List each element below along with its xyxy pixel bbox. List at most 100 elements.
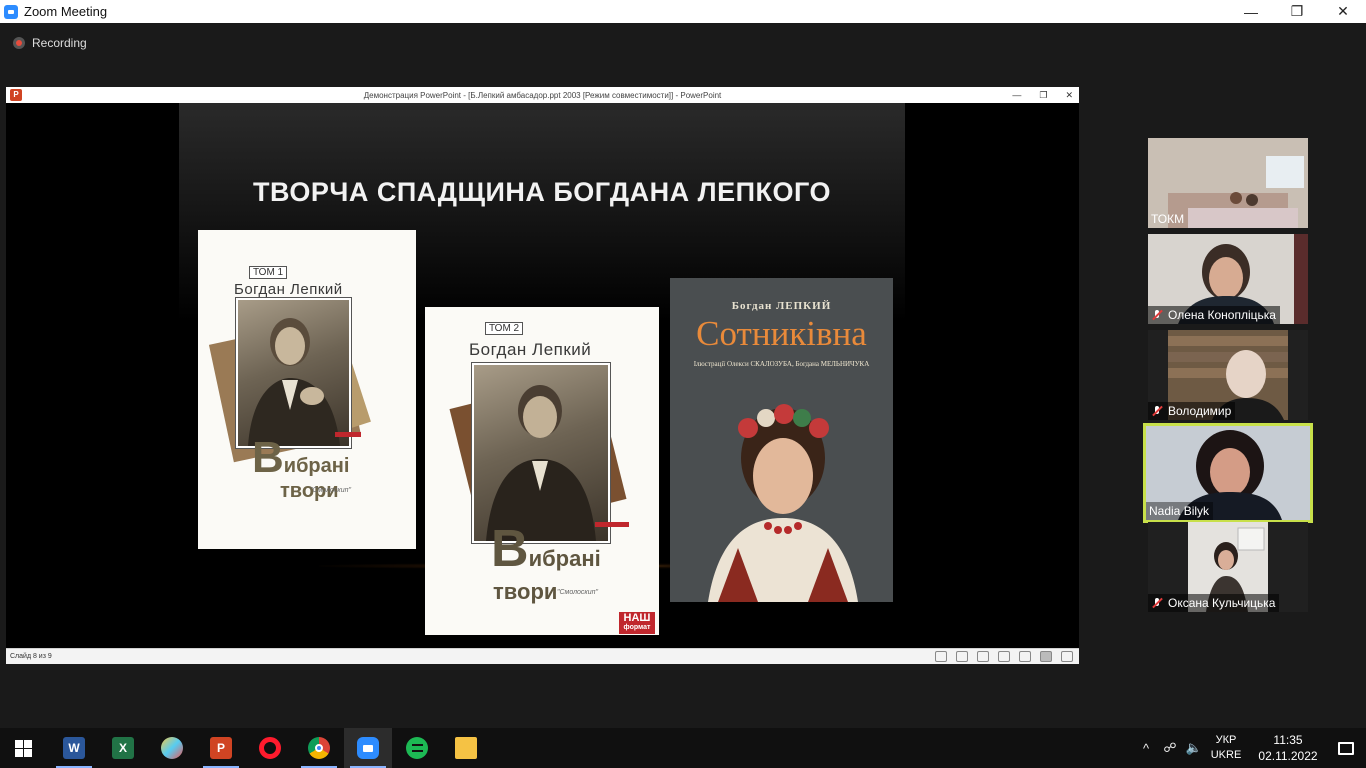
notifications-button[interactable] [1326,741,1366,755]
slide-sorter-icon [1019,651,1031,662]
windows-start-icon[interactable] [15,740,32,757]
participant-name-bar: ТОКМ [1148,210,1188,228]
system-tray: ^ ☍ 🔈 УКР UKRE 11:35 02.11.2022 [1134,728,1366,768]
participant-name: Олена Коноплiцька [1168,308,1276,322]
author-photo [471,362,611,544]
slide-menu-icon [956,651,968,662]
title-initial: В [252,433,284,482]
muted-mic-icon [1151,597,1163,609]
close-button[interactable]: ✕ [1320,0,1366,23]
taskbar-opera[interactable] [246,728,294,768]
lang-line2: UKRE [1210,749,1242,761]
title-rest: ибрані [528,546,601,571]
slideshow-view-icon [1040,651,1052,662]
slide-heading: ТВОРЧА СПАДЩИНА БОГДАНА ЛЕПКОГО [253,177,831,207]
excel-icon: X [112,737,134,759]
participant-tile-active-speaker[interactable]: Nadia Bilyk [1143,423,1313,523]
volume-label: ТОМ 1 [249,266,288,279]
title-initial: В [491,520,529,578]
clock[interactable]: 11:35 02.11.2022 [1250,732,1326,764]
window-title: Zoom Meeting [24,4,108,19]
ppt-status-bar: Слайд 8 из 9 [6,648,1079,664]
reading-view-icon [1061,651,1073,662]
title-rest: ибрані [283,455,350,477]
participant-name-bar: Nadia Bilyk [1146,502,1214,520]
muted-mic-icon [1151,309,1163,321]
participant-name: Володимир [1168,404,1232,418]
participant-name-bar: Володимир [1148,402,1236,420]
book-title: Сотниківна [696,314,867,353]
paint-icon [161,737,183,759]
spotify-icon [406,737,428,759]
ppt-close-icon: ✕ [1065,89,1073,100]
participant-name: Nadia Bilyk [1149,504,1210,518]
taskbar-file-explorer[interactable] [442,728,490,768]
network-icon[interactable]: ☍ [1158,740,1182,756]
clock-time: 11:35 [1273,733,1303,747]
clock-date: 02.11.2022 [1258,749,1318,763]
participant-tile[interactable]: Володимир [1148,330,1308,420]
shared-screen-powerpoint: P Демонстрация PowerPoint - [Б.Лепкий ам… [6,87,1079,664]
windows-taskbar: W X P ^ ☍ 🔈 УКР UKRE 11:35 02.11.2022 [0,728,1366,768]
book-cover-sotnykivna: Богдан ЛЕПКИЙ Сотниківна Ілюстрації Олек… [670,278,893,602]
ppt-titlebar: P Демонстрация PowerPoint - [Б.Лепкий ам… [6,87,1079,103]
muted-mic-icon [1151,405,1163,417]
slide: ТВОРЧА СПАДЩИНА БОГДАНА ЛЕПКОГО ТОМ 1 Бо… [179,103,905,648]
volume-label: ТОМ 2 [485,322,524,335]
taskbar-spotify[interactable] [393,728,441,768]
record-icon [13,37,25,49]
powerpoint-icon: P [10,89,22,101]
book-author: Богдан ЛЕПКИЙ [731,300,832,312]
recording-indicator[interactable]: Recording [13,36,87,50]
minimize-button[interactable]: — [1228,0,1274,23]
book-author: Богдан Лепкий [469,340,592,359]
zoom-app-icon [4,4,18,19]
prev-slide-icon [935,651,947,662]
author-portrait-illustration [486,385,596,541]
book-cover-volume-2: ТОМ 2 Богдан Лепкий Вибрані твори "Смоло… [425,307,659,635]
book-cover-volume-1: ТОМ 1 Богдан Лепкий Вибрані твори "Смоло… [198,230,416,549]
author-photo [235,297,352,449]
window-titlebar: Zoom Meeting — ❐ ✕ [0,0,1366,23]
normal-view-icon [998,651,1010,662]
girl-portrait-illustration [708,404,858,602]
ppt-minimize-icon: — [1012,90,1022,100]
zoom-icon [357,737,379,759]
recording-label: Recording [32,36,87,50]
taskbar-excel[interactable]: X [99,728,147,768]
taskbar-powerpoint[interactable]: P [197,728,245,768]
book-title-line2: твори [493,579,558,604]
author-portrait-illustration [248,318,340,446]
slide-counter: Слайд 8 из 9 [10,653,52,660]
restore-button[interactable]: ❐ [1274,0,1320,23]
participant-tile[interactable]: ТОКМ [1148,138,1308,228]
badge-line1: НАШ [623,612,651,624]
notification-icon [1338,741,1354,755]
taskbar-paint[interactable] [148,728,196,768]
next-slide-icon [977,651,989,662]
nash-format-badge: НАШ формат [619,612,655,634]
taskbar-chrome[interactable] [295,728,343,768]
participant-name-bar: Олена Коноплiцька [1148,306,1280,324]
ppt-restore-icon: ❐ [1039,89,1048,100]
participant-tile[interactable]: Олена Коноплiцька [1148,234,1308,324]
chrome-icon [308,737,330,759]
book-author: Богдан Лепкий [234,281,343,298]
taskbar-zoom[interactable] [344,728,392,768]
input-language[interactable]: УКР UKRE [1206,733,1246,763]
badge-line2: формат [623,624,651,631]
ppt-window-title: Демонстрация PowerPoint - [Б.Лепкий амба… [363,90,722,100]
meeting-area: Recording P Демонстрация PowerPoint - [Б… [0,23,1366,728]
folder-icon [455,737,477,759]
book-illustrators: Ілюстрації Олекси СКАЛОЗУБА, Богдана МЕЛ… [693,360,870,368]
chevron-up-icon[interactable]: ^ [1134,741,1158,756]
participant-name: ТОКМ [1151,212,1185,226]
lang-line1: УКР [1215,734,1237,746]
volume-icon[interactable]: 🔈 [1182,740,1206,756]
taskbar-word[interactable]: W [50,728,98,768]
word-icon: W [63,737,85,759]
opera-icon [259,737,281,759]
participant-tile[interactable]: Оксана Кульчицька [1148,522,1308,612]
participant-name-bar: Оксана Кульчицька [1148,594,1280,612]
powerpoint-icon: P [210,737,232,759]
